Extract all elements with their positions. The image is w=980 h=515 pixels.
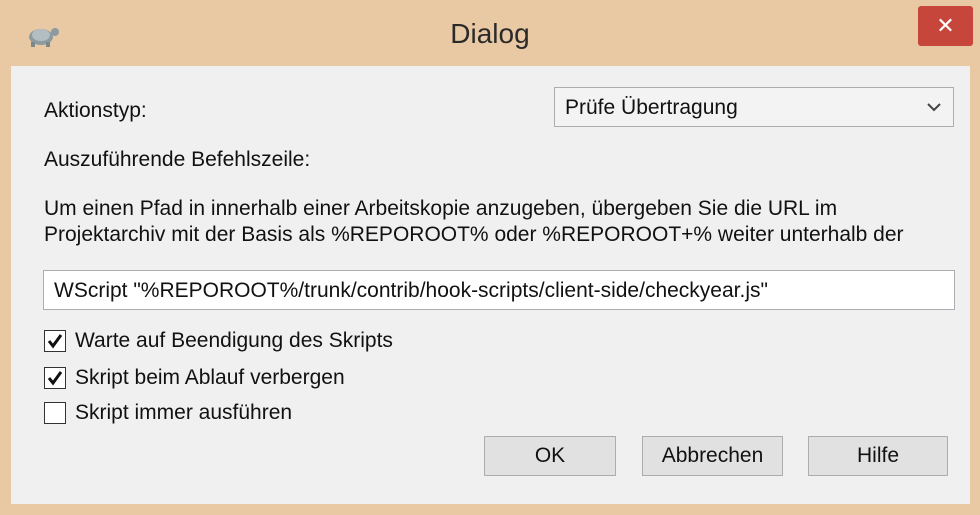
action-type-label: Aktionstyp: bbox=[44, 99, 147, 122]
dialog-window: Dialog ✕ Aktionstyp: Prüfe Übertragung A… bbox=[0, 0, 980, 515]
info-text-line-2: Projektarchiv mit der Basis als %REPOROO… bbox=[44, 223, 904, 246]
cancel-button[interactable]: Abbrechen bbox=[642, 436, 783, 476]
ok-button[interactable]: OK bbox=[484, 436, 616, 476]
chevron-down-icon bbox=[927, 103, 941, 112]
help-button[interactable]: Hilfe bbox=[808, 436, 948, 476]
command-line-value: WScript "%REPOROOT%/trunk/contrib/hook-s… bbox=[54, 279, 768, 302]
dialog-content: Aktionstyp: Prüfe Übertragung Auszuführe… bbox=[11, 66, 970, 504]
wait-checkbox-label[interactable]: Warte auf Beendigung des Skripts bbox=[75, 329, 393, 353]
command-line-label: Auszuführende Befehlszeile: bbox=[44, 148, 311, 171]
command-line-input[interactable]: WScript "%REPOROOT%/trunk/contrib/hook-s… bbox=[43, 270, 955, 310]
info-text-line-1: Um einen Pfad in innerhalb einer Arbeits… bbox=[44, 197, 838, 220]
always-run-checkbox[interactable] bbox=[44, 402, 66, 424]
window-title: Dialog bbox=[450, 18, 530, 49]
checkmark-icon bbox=[47, 334, 63, 349]
title-bar[interactable]: Dialog ✕ bbox=[0, 0, 980, 66]
close-button[interactable]: ✕ bbox=[918, 6, 973, 46]
hide-checkbox-label[interactable]: Skript beim Ablauf verbergen bbox=[75, 366, 345, 390]
action-type-value: Prüfe Übertragung bbox=[565, 96, 738, 119]
always-run-checkbox-label[interactable]: Skript immer ausführen bbox=[75, 401, 292, 425]
wait-checkbox[interactable] bbox=[44, 330, 66, 352]
close-icon: ✕ bbox=[936, 13, 955, 38]
checkmark-icon bbox=[47, 371, 63, 386]
action-type-select[interactable]: Prüfe Übertragung bbox=[554, 87, 954, 127]
hide-checkbox[interactable] bbox=[44, 367, 66, 389]
